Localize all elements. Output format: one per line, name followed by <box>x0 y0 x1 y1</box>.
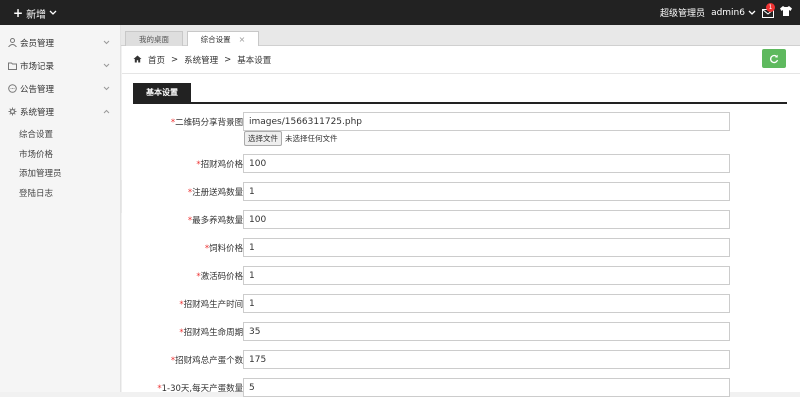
user-icon <box>7 38 17 48</box>
feed-price-input[interactable] <box>243 238 730 257</box>
username: admin6 <box>711 7 745 18</box>
sidebar-item-label: 公告管理 <box>20 84 55 95</box>
form-label: *二维码分享背景图: <box>170 118 246 128</box>
register-bonus-input[interactable] <box>243 182 730 201</box>
folder-icon <box>7 61 17 71</box>
section-title: 基本设置 <box>133 83 191 102</box>
mail-icon[interactable]: 1 <box>762 2 775 18</box>
close-icon[interactable]: × <box>239 35 246 44</box>
form-label: *招财鸡价格: <box>196 160 246 170</box>
sidebar-subitem-login-log[interactable]: 登陆日志 <box>19 187 53 199</box>
user-role: 超级管理员 <box>660 9 706 19</box>
chevron-up-icon <box>103 107 110 117</box>
form-label: *招财鸡总产蛋个数: <box>170 356 246 366</box>
refresh-button[interactable] <box>762 49 786 68</box>
chevron-down-icon <box>748 10 756 15</box>
tab-general-settings[interactable]: 综合设置 × <box>187 31 259 47</box>
activation-code-price-input[interactable] <box>243 266 730 285</box>
file-status: 未选择任何文件 <box>285 134 338 143</box>
breadcrumb-home[interactable]: 首页 <box>148 54 165 66</box>
new-label: 新增 <box>26 10 47 21</box>
daily-eggs-input[interactable] <box>243 378 730 397</box>
form-label: *饲料价格: <box>204 244 246 254</box>
tab-label: 我的桌面 <box>139 34 169 44</box>
breadcrumb-separator: > <box>224 55 232 65</box>
user-area: 超级管理员 admin6 1 <box>660 2 792 19</box>
refresh-icon <box>770 54 779 63</box>
sidebar-item-system[interactable]: 系统管理 <box>0 100 121 123</box>
gear-icon <box>7 107 17 117</box>
form-label: *招财鸡生命周期: <box>179 328 246 338</box>
chevron-down-icon <box>103 38 110 48</box>
chevron-down-icon <box>103 61 110 71</box>
sidebar-item-label: 系统管理 <box>20 107 55 118</box>
chevron-down-icon <box>49 8 57 19</box>
breadcrumb-current: 基本设置 <box>237 56 272 66</box>
form-label: *1-30天,每天产蛋数量: <box>157 384 246 394</box>
form-label: *激活码价格: <box>196 272 246 282</box>
tab-bar: 我的桌面 综合设置 × <box>121 25 800 47</box>
choose-file-button[interactable]: 选择文件 <box>244 131 282 146</box>
file-upload: 选择文件 未选择任何文件 <box>244 131 338 146</box>
section-divider <box>133 102 787 104</box>
skin-icon[interactable] <box>780 6 792 19</box>
sidebar-subitem-market-price[interactable]: 市场价格 <box>19 148 53 160</box>
max-chickens-input[interactable] <box>243 210 730 229</box>
sidebar-subitem-add-admin[interactable]: 添加管理员 <box>19 167 62 179</box>
home-icon <box>133 55 142 66</box>
plus-icon: + <box>13 6 24 20</box>
breadcrumb-system[interactable]: 系统管理 <box>184 54 218 66</box>
tab-my-desktop[interactable]: 我的桌面 <box>125 31 183 46</box>
chat-icon <box>7 84 17 94</box>
divider <box>122 73 800 74</box>
total-eggs-input[interactable] <box>243 350 730 369</box>
main-content: 首页 > 系统管理 > 基本设置 基本设置 *二维码分享背景图: 选择文件 未选… <box>122 46 800 397</box>
tab-label: 综合设置 <box>200 35 231 44</box>
form-label: *招财鸡生产时间: <box>179 300 246 310</box>
sidebar-item-label: 会员管理 <box>20 38 55 49</box>
sidebar-item-members[interactable]: 会员管理 <box>0 31 121 54</box>
user-menu[interactable]: admin6 <box>711 8 756 18</box>
life-cycle-input[interactable] <box>243 322 730 341</box>
production-time-input[interactable] <box>243 294 730 313</box>
mail-badge: 1 <box>766 2 775 12</box>
top-bar: + 新增 超级管理员 admin6 1 <box>0 0 800 25</box>
breadcrumb: 首页 > 系统管理 > 基本设置 <box>133 54 271 66</box>
sidebar-item-label: 市场记录 <box>20 61 55 72</box>
sidebar-subitem-general-settings[interactable]: 综合设置 <box>19 128 53 140</box>
qr-background-input[interactable] <box>243 112 730 131</box>
sidebar-item-market-records[interactable]: 市场记录 <box>0 54 121 77</box>
chicken-price-input[interactable] <box>243 154 730 173</box>
chevron-down-icon <box>103 84 110 94</box>
new-menu-button[interactable]: + 新增 <box>13 6 57 21</box>
breadcrumb-separator: > <box>171 55 179 65</box>
sidebar-item-announcements[interactable]: 公告管理 <box>0 77 121 100</box>
sidebar: 会员管理 市场记录 公告管理 系统管理 综合设置 市场价格 添加管理员 登陆日志 <box>0 25 121 392</box>
form-label: *注册送鸡数量: <box>187 188 246 198</box>
form-label: *最多养鸡数量: <box>187 216 246 226</box>
